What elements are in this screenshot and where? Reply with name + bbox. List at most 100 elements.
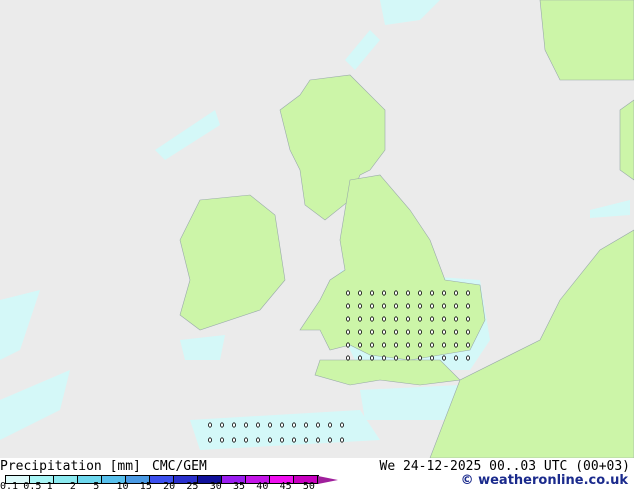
precip-marker bbox=[346, 316, 350, 322]
precip-marker bbox=[316, 422, 320, 428]
precip-marker bbox=[358, 329, 362, 335]
precip-marker bbox=[232, 437, 236, 443]
precip-marker bbox=[340, 422, 344, 428]
precip-marker bbox=[346, 303, 350, 309]
norway bbox=[539, 0, 634, 81]
precip-marker bbox=[220, 422, 224, 428]
precip-marker bbox=[346, 329, 350, 335]
precip-marker bbox=[358, 290, 362, 296]
scale-tick: 40 bbox=[256, 481, 269, 492]
precip-marker bbox=[340, 437, 344, 443]
precip-marker bbox=[292, 437, 296, 443]
precip-marker bbox=[394, 303, 398, 309]
precip-marker bbox=[466, 355, 470, 361]
precip-marker bbox=[442, 342, 446, 348]
precip-marker bbox=[370, 342, 374, 348]
copyright: © weatheronline.co.uk bbox=[460, 473, 628, 488]
precip-marker bbox=[382, 303, 386, 309]
scale-tick: 0.1 bbox=[0, 481, 19, 492]
precip-marker bbox=[430, 329, 434, 335]
precip-marker bbox=[406, 329, 410, 335]
precip-marker bbox=[418, 290, 422, 296]
precip-marker bbox=[304, 437, 308, 443]
precip-marker bbox=[406, 342, 410, 348]
precip-marker bbox=[256, 437, 260, 443]
precip-marker bbox=[358, 355, 362, 361]
precip-marker bbox=[442, 329, 446, 335]
precip-marker bbox=[442, 316, 446, 322]
precip-marker bbox=[430, 316, 434, 322]
precip-marker bbox=[466, 329, 470, 335]
precip-marker bbox=[370, 316, 374, 322]
precip-marker bbox=[208, 437, 212, 443]
precip-marker bbox=[442, 303, 446, 309]
precip-marker bbox=[454, 342, 458, 348]
scale-tick: 25 bbox=[186, 481, 199, 492]
precip-marker bbox=[328, 422, 332, 428]
valid-time: We 24-12-2025 00..03 UTC (00+03) bbox=[379, 459, 630, 474]
precip-marker bbox=[256, 422, 260, 428]
map-title: Precipitation [mm] bbox=[0, 459, 141, 474]
precip-marker bbox=[346, 355, 350, 361]
precip-marker bbox=[370, 290, 374, 296]
precip-marker bbox=[220, 437, 224, 443]
precip-marker bbox=[454, 303, 458, 309]
precipitation-map bbox=[0, 0, 634, 458]
precip-marker bbox=[418, 316, 422, 322]
precip-marker bbox=[418, 329, 422, 335]
precip-marker bbox=[442, 290, 446, 296]
precip-marker bbox=[466, 342, 470, 348]
precip-marker bbox=[394, 355, 398, 361]
precip-marker bbox=[466, 290, 470, 296]
precip-marker bbox=[370, 355, 374, 361]
precip-marker bbox=[292, 422, 296, 428]
precip-marker bbox=[430, 342, 434, 348]
precip-marker bbox=[328, 437, 332, 443]
precip-marker bbox=[268, 422, 272, 428]
precip-marker bbox=[232, 422, 236, 428]
precip-marker bbox=[358, 342, 362, 348]
precip-marker bbox=[406, 316, 410, 322]
precip-marker bbox=[280, 422, 284, 428]
precip-marker bbox=[430, 355, 434, 361]
scale-tick: 2 bbox=[69, 481, 76, 492]
precip-marker bbox=[454, 290, 458, 296]
precip-marker bbox=[418, 342, 422, 348]
precip-marker bbox=[442, 355, 446, 361]
precip-marker bbox=[268, 437, 272, 443]
scale-tick: 10 bbox=[116, 481, 129, 492]
scale-tick: 30 bbox=[209, 481, 222, 492]
precip-marker bbox=[394, 329, 398, 335]
precip-marker bbox=[346, 342, 350, 348]
precip-marker bbox=[208, 422, 212, 428]
precip-marker bbox=[370, 329, 374, 335]
precip-marker bbox=[382, 316, 386, 322]
precip-marker bbox=[316, 437, 320, 443]
scale-tick: 15 bbox=[139, 481, 152, 492]
precip-marker bbox=[382, 290, 386, 296]
precip-marker bbox=[382, 355, 386, 361]
precip-marker bbox=[370, 303, 374, 309]
precip-marker bbox=[346, 290, 350, 296]
precip-marker bbox=[358, 303, 362, 309]
precip-marker bbox=[280, 437, 284, 443]
precip-marker bbox=[418, 303, 422, 309]
precip-marker bbox=[382, 329, 386, 335]
precip-marker bbox=[394, 342, 398, 348]
precip-marker bbox=[406, 303, 410, 309]
precip-marker bbox=[466, 316, 470, 322]
precip-marker bbox=[244, 422, 248, 428]
precip-marker bbox=[430, 290, 434, 296]
precip-marker bbox=[244, 437, 248, 443]
precip-marker bbox=[304, 422, 308, 428]
precip-marker bbox=[394, 316, 398, 322]
model-name: CMC/GEM bbox=[152, 459, 207, 474]
scale-tick: 50 bbox=[302, 481, 315, 492]
scale-tick: 35 bbox=[233, 481, 246, 492]
precip-marker bbox=[466, 303, 470, 309]
precip-marker bbox=[406, 355, 410, 361]
precip-marker bbox=[394, 290, 398, 296]
scale-tick: 0.5 bbox=[23, 481, 42, 492]
precip-marker bbox=[454, 329, 458, 335]
precip-marker bbox=[406, 290, 410, 296]
